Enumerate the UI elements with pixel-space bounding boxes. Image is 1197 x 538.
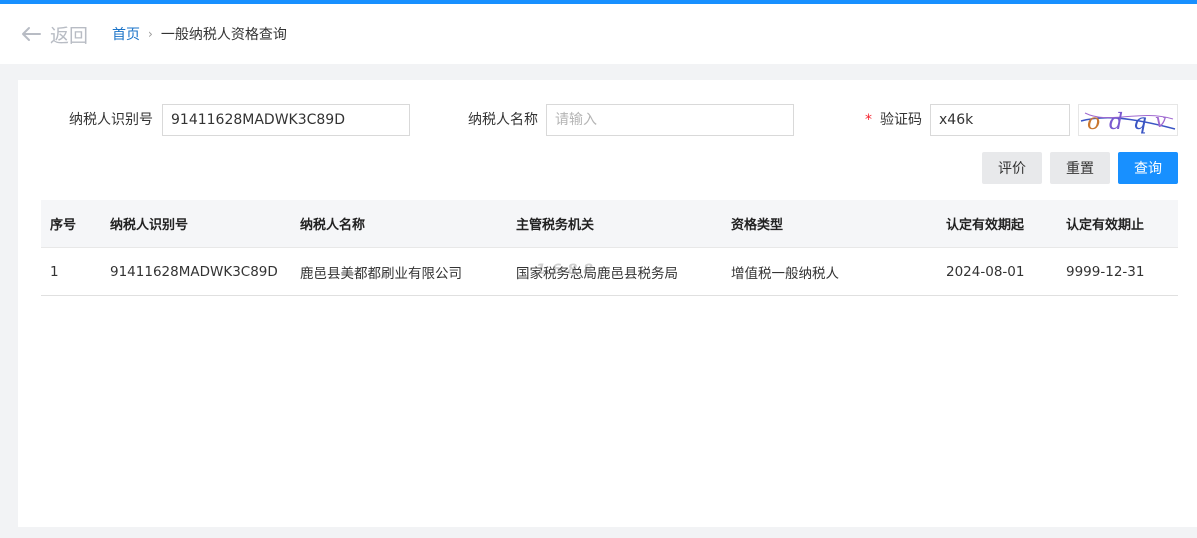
reset-button[interactable]: 重置 bbox=[1050, 152, 1110, 184]
cell-taxpayer-name: 鹿邑县美都都刷业有限公司 bbox=[300, 265, 462, 282]
captcha-label: 验证码 bbox=[880, 112, 922, 128]
captcha-char-4: v bbox=[1155, 108, 1167, 132]
column-header-taxpayer-id: 纳税人识别号 bbox=[110, 218, 189, 233]
rate-button[interactable]: 评价 bbox=[982, 152, 1042, 184]
table-header: 序号 纳税人识别号 纳税人名称 主管税务机关 资格类型 认定有效期起 认定有效期… bbox=[41, 200, 1178, 248]
result-table: 序号 纳税人识别号 纳税人名称 主管税务机关 资格类型 认定有效期起 认定有效期… bbox=[41, 200, 1178, 296]
cell-valid-from: 2024-08-01 bbox=[946, 263, 1025, 280]
captcha-label-wrap: * 验证码 bbox=[865, 104, 922, 136]
captcha-char-2: d bbox=[1109, 110, 1123, 135]
table-row: 1 91411628MADWK3C89D 鹿邑县美都都刷业有限公司 国家税务总局… bbox=[41, 248, 1178, 296]
cell-index: 1 bbox=[50, 263, 59, 280]
breadcrumb-home-link[interactable]: 首页 bbox=[112, 24, 140, 44]
taxpayer-id-label: 纳税人识别号 bbox=[69, 112, 153, 128]
taxpayer-name-input[interactable] bbox=[546, 104, 794, 136]
arrow-left-icon bbox=[20, 26, 42, 42]
column-header-taxpayer-name: 纳税人名称 bbox=[300, 218, 366, 233]
header-bar: 返回 首页 › 一般纳税人资格查询 bbox=[0, 4, 1197, 64]
query-card: 纳税人识别号 纳税人名称 * 验证码 o d q v 评价 重置 查询 序号 纳税… bbox=[18, 80, 1197, 527]
taxpayer-name-label: 纳税人名称 bbox=[468, 112, 538, 128]
cell-qualification-type: 增值税一般纳税人 bbox=[731, 265, 839, 282]
back-button[interactable]: 返回 bbox=[20, 21, 88, 48]
cell-valid-to: 9999-12-31 bbox=[1066, 263, 1145, 280]
required-mark: * bbox=[865, 112, 872, 128]
query-button[interactable]: 查询 bbox=[1118, 152, 1178, 184]
captcha-image[interactable]: o d q v bbox=[1078, 104, 1178, 136]
cell-taxpayer-id: 91411628MADWK3C89D bbox=[110, 263, 278, 280]
column-header-valid-to: 认定有效期止 bbox=[1066, 218, 1145, 233]
captcha-char-3: q bbox=[1133, 110, 1147, 135]
taxpayer-id-input[interactable] bbox=[162, 104, 410, 136]
column-header-qualification-type: 资格类型 bbox=[731, 218, 784, 233]
column-header-valid-from: 认定有效期起 bbox=[946, 218, 1025, 233]
cell-tax-authority: 国家税务总局鹿邑县税务局 bbox=[516, 265, 678, 282]
captcha-input[interactable] bbox=[930, 104, 1070, 136]
back-label: 返回 bbox=[50, 24, 89, 47]
breadcrumb-current: 一般纳税人资格查询 bbox=[160, 27, 287, 43]
breadcrumb: 首页 › 一般纳税人资格查询 bbox=[112, 24, 287, 44]
chevron-right-icon: › bbox=[148, 27, 153, 41]
captcha-char-1: o bbox=[1087, 110, 1100, 135]
column-header-index: 序号 bbox=[50, 218, 77, 233]
column-header-tax-authority: 主管税务机关 bbox=[516, 218, 595, 233]
